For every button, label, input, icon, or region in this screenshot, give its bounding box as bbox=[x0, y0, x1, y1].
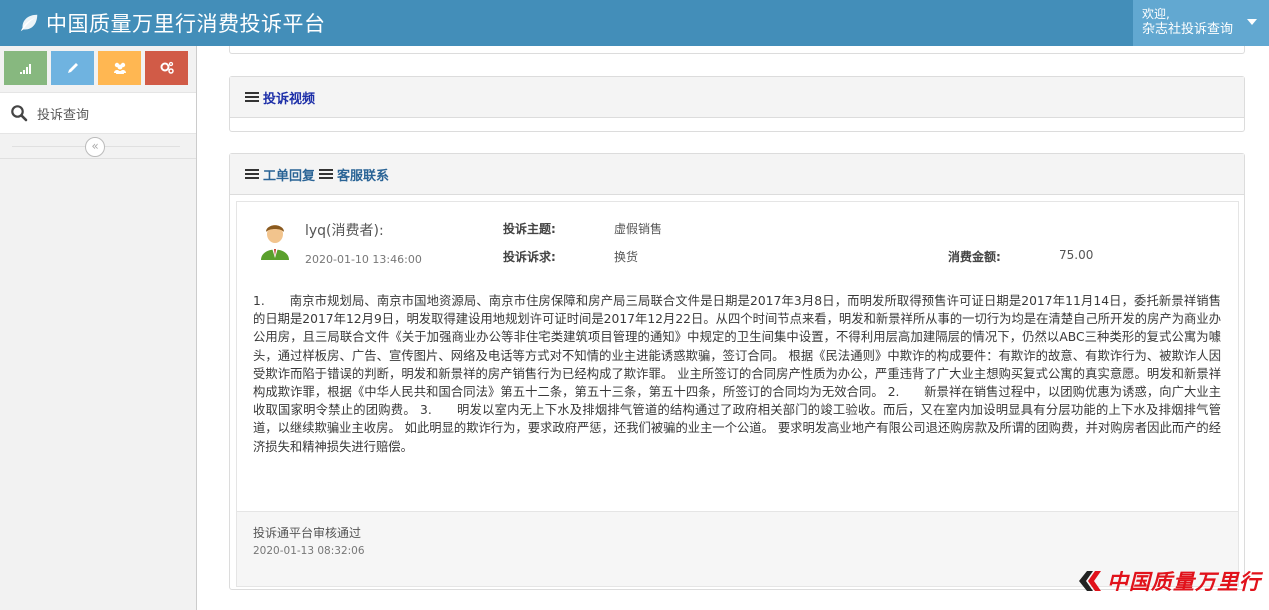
previous-panel-bottom bbox=[229, 46, 1245, 54]
complaint-time: 2020-01-10 13:46:00 bbox=[305, 253, 422, 266]
shortcut-users-button[interactable] bbox=[98, 51, 141, 85]
amount-label: 消费金额: bbox=[948, 250, 1001, 264]
order-panel-header: 工单回复 客服联系 bbox=[230, 154, 1244, 195]
user-menu[interactable]: 欢迎, 杂志社投诉查询 bbox=[1133, 0, 1269, 46]
watermark-logo: 中国质量万里行 bbox=[1077, 566, 1261, 596]
list-icon bbox=[319, 168, 334, 180]
shortcut-edit-button[interactable] bbox=[51, 51, 94, 85]
sidebar: 投诉查询 « bbox=[0, 46, 197, 610]
list-icon bbox=[245, 168, 259, 180]
tab-order-reply[interactable]: 工单回复 bbox=[263, 165, 315, 184]
amount-value: 75.00 bbox=[1059, 248, 1094, 262]
signal-icon bbox=[19, 64, 31, 74]
sidebar-collapse-row: « bbox=[0, 135, 196, 159]
video-panel-title[interactable]: 投诉视频 bbox=[263, 88, 315, 107]
subject-value: 虚假销售 bbox=[614, 222, 663, 236]
consumer-name: lyq(消费者): bbox=[305, 223, 384, 239]
leaf-icon bbox=[20, 14, 38, 32]
order-reply-panel: 工单回复 客服联系 lyq(消费者): 2020-01-10 13:46:00 … bbox=[229, 153, 1245, 590]
main-content: 投诉视频 工单回复 客服联系 lyq(消费者): 2020-01-10 13:4… bbox=[197, 46, 1269, 610]
tab-customer-service[interactable]: 客服联系 bbox=[337, 165, 389, 184]
demand-value: 换货 bbox=[614, 250, 639, 264]
complaint-content: 1. 南京市规划局、南京市国地资源局、南京市住房保障和房产局三局联合文件是日期是… bbox=[253, 294, 1221, 454]
shortcut-settings-button[interactable] bbox=[145, 51, 188, 85]
watermark-text: 中国质量万里行 bbox=[1107, 569, 1261, 594]
video-panel-header: 投诉视频 bbox=[230, 77, 1244, 118]
sidebar-shortcuts bbox=[4, 51, 192, 85]
reply-text: 投诉通平台审核通过 bbox=[253, 526, 362, 540]
sidebar-item-label: 投诉查询 bbox=[37, 107, 90, 123]
video-panel: 投诉视频 bbox=[229, 76, 1245, 132]
pencil-icon bbox=[67, 63, 78, 73]
cogs-icon bbox=[160, 61, 174, 74]
caret-down-icon bbox=[1247, 19, 1257, 25]
sidebar-collapse-button[interactable]: « bbox=[85, 137, 105, 157]
complaint-card: lyq(消费者): 2020-01-10 13:46:00 投诉主题: 虚假销售… bbox=[236, 201, 1239, 587]
top-navbar: 中国质量万里行消费投诉平台 欢迎, 杂志社投诉查询 bbox=[0, 0, 1269, 46]
app-brand[interactable]: 中国质量万里行消费投诉平台 bbox=[18, 9, 326, 37]
list-icon bbox=[245, 91, 259, 103]
sidebar-item-complaint-query[interactable]: 投诉查询 bbox=[0, 92, 196, 134]
double-chevron-left-icon: « bbox=[91, 139, 99, 153]
reply-time: 2020-01-13 08:32:06 bbox=[253, 545, 365, 557]
users-icon bbox=[113, 62, 126, 74]
search-icon bbox=[11, 105, 28, 122]
subject-label: 投诉主题: bbox=[503, 222, 556, 236]
app-title: 中国质量万里行消费投诉平台 bbox=[46, 12, 326, 36]
shortcut-stats-button[interactable] bbox=[4, 51, 47, 85]
brand-logo-icon bbox=[1079, 571, 1101, 591]
user-avatar-icon bbox=[261, 225, 289, 260]
demand-label: 投诉诉求: bbox=[503, 250, 556, 264]
